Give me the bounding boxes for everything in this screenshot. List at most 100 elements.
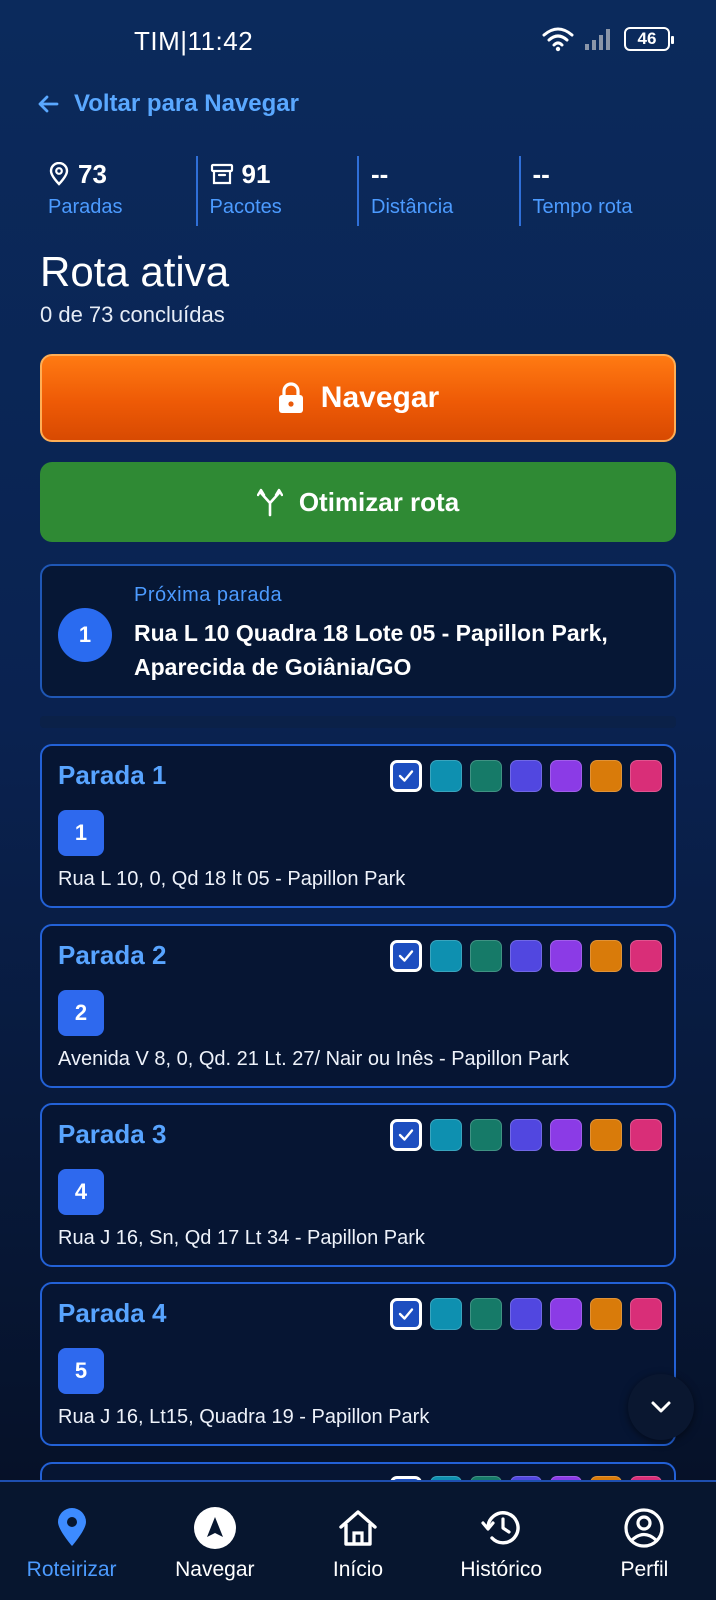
home-icon xyxy=(339,1510,377,1546)
archive-box-icon xyxy=(210,163,233,185)
back-to-navigate-link[interactable]: Voltar para Navegar xyxy=(36,86,299,122)
stat-distance: -- Distância xyxy=(357,156,519,226)
tab-navegar[interactable]: Navegar xyxy=(143,1482,286,1600)
color-swatch[interactable] xyxy=(590,940,622,972)
color-swatch[interactable] xyxy=(510,1298,542,1330)
navigate-button[interactable]: Navegar xyxy=(40,354,676,442)
color-swatch[interactable] xyxy=(430,1298,462,1330)
battery-indicator: 46 xyxy=(624,27,674,51)
check-icon xyxy=(398,950,414,962)
check-icon xyxy=(398,1308,414,1320)
color-swatch[interactable] xyxy=(510,940,542,972)
color-swatch-selected[interactable] xyxy=(390,760,422,792)
route-stats: 73 Paradas 91 Pacotes -- Distância -- Te… xyxy=(36,156,680,226)
color-swatch[interactable] xyxy=(590,1298,622,1330)
color-swatch[interactable] xyxy=(630,940,662,972)
color-swatch-selected[interactable] xyxy=(390,1298,422,1330)
stat-distance-value: -- xyxy=(371,158,389,189)
tab-label: Navegar xyxy=(175,1558,255,1581)
status-time: TIM|11:42 xyxy=(134,26,254,56)
color-swatch[interactable] xyxy=(510,760,542,792)
next-stop-label: Próxima parada xyxy=(134,584,283,606)
bottom-tab-bar: Roteirizar Navegar Início Histórico Perf… xyxy=(0,1480,716,1600)
color-swatch[interactable] xyxy=(510,1119,542,1151)
stat-packages-value: 91 xyxy=(241,158,271,189)
lock-icon xyxy=(278,382,303,413)
stop-address: Rua J 16, Sn, Qd 17 Lt 34 - Papillon Par… xyxy=(58,1227,425,1249)
arrow-left-icon xyxy=(38,95,59,113)
stop-card[interactable]: Parada 3 4 Rua J 16, Sn, Qd 17 Lt 34 - P… xyxy=(40,1103,676,1267)
tab-label: Roteirizar xyxy=(26,1558,117,1581)
tab-inicio[interactable]: Início xyxy=(286,1482,429,1600)
stop-number-badge: 5 xyxy=(58,1348,104,1394)
stop-card[interactable]: Parada 1 1 Rua L 10, 0, Qd 18 lt 05 - Pa… xyxy=(40,744,676,908)
back-link-label: Voltar para Navegar xyxy=(74,90,299,117)
stat-stops-label: Paradas xyxy=(48,196,123,218)
map-pin-icon xyxy=(57,1508,86,1546)
check-icon xyxy=(398,770,414,782)
tab-label: Histórico xyxy=(460,1558,543,1581)
tab-perfil[interactable]: Perfil xyxy=(573,1482,716,1600)
status-icons: 46 xyxy=(542,26,674,52)
color-swatch[interactable] xyxy=(550,760,582,792)
color-swatch[interactable] xyxy=(470,940,502,972)
divider xyxy=(40,716,676,728)
color-swatch-selected[interactable] xyxy=(390,1119,422,1151)
color-swatch[interactable] xyxy=(550,1298,582,1330)
page-title: Rota ativa xyxy=(40,248,230,295)
optimize-route-button[interactable]: Otimizar rota xyxy=(40,462,676,542)
tab-label: Perfil xyxy=(620,1558,669,1581)
stat-route-time: -- Tempo rota xyxy=(518,156,681,226)
stop-card[interactable]: Parada 4 5 Rua J 16, Lt15, Quadra 19 - P… xyxy=(40,1282,676,1446)
stop-address: Avenida V 8, 0, Qd. 21 Lt. 27/ Nair ou I… xyxy=(58,1048,570,1070)
scroll-down-button[interactable] xyxy=(628,1374,694,1440)
stat-packages-label: Pacotes xyxy=(209,196,282,218)
stop-card[interactable]: Parada 2 2 Avenida V 8, 0, Qd. 21 Lt. 27… xyxy=(40,924,676,1088)
color-swatch[interactable] xyxy=(630,1119,662,1151)
stop-title: Parada 1 xyxy=(58,760,167,790)
color-swatch[interactable] xyxy=(430,940,462,972)
stat-route-time-label: Tempo rota xyxy=(532,196,633,218)
stop-title: Parada 2 xyxy=(58,940,167,970)
color-swatch[interactable] xyxy=(430,760,462,792)
stop-title: Parada 4 xyxy=(58,1298,167,1328)
stop-number-badge: 2 xyxy=(58,990,104,1036)
wifi-icon xyxy=(542,27,574,52)
optimize-route-label: Otimizar rota xyxy=(298,486,460,517)
color-picker xyxy=(390,1298,662,1330)
next-stop-number-badge: 1 xyxy=(58,608,112,662)
color-swatch[interactable] xyxy=(470,760,502,792)
navigate-button-label: Navegar xyxy=(320,381,440,414)
color-swatch[interactable] xyxy=(590,760,622,792)
status-bar: TIM|11:42 46 xyxy=(0,0,716,82)
color-swatch[interactable] xyxy=(550,940,582,972)
stat-stops: 73 Paradas xyxy=(36,156,196,226)
route-merge-icon xyxy=(256,488,283,517)
history-icon xyxy=(481,1511,520,1545)
signal-icon xyxy=(585,29,610,50)
color-swatch-selected[interactable] xyxy=(390,940,422,972)
color-swatch[interactable] xyxy=(630,1298,662,1330)
tab-historico[interactable]: Histórico xyxy=(430,1482,573,1600)
color-swatch[interactable] xyxy=(590,1119,622,1151)
color-swatch[interactable] xyxy=(470,1119,502,1151)
user-circle-icon xyxy=(624,1508,665,1548)
next-stop-address: Rua L 10 Quadra 18 Lote 05 - Papillon Pa… xyxy=(134,620,608,680)
color-picker xyxy=(390,760,662,792)
stop-number-badge: 4 xyxy=(58,1169,104,1215)
color-picker xyxy=(390,940,662,972)
tab-roteirizar[interactable]: Roteirizar xyxy=(0,1482,143,1600)
route-progress-text: 0 de 73 concluídas xyxy=(40,302,225,327)
color-picker xyxy=(390,1119,662,1151)
map-pin-icon xyxy=(49,162,69,186)
color-swatch[interactable] xyxy=(430,1119,462,1151)
color-swatch[interactable] xyxy=(630,760,662,792)
stop-address: Rua L 10, 0, Qd 18 lt 05 - Papillon Park xyxy=(58,868,406,890)
check-icon xyxy=(398,1129,414,1141)
stop-number-badge: 1 xyxy=(58,810,104,856)
next-stop-card[interactable]: 1 Próxima parada Rua L 10 Quadra 18 Lote… xyxy=(40,564,676,698)
color-swatch[interactable] xyxy=(550,1119,582,1151)
stop-address: Rua J 16, Lt15, Quadra 19 - Papillon Par… xyxy=(58,1406,430,1428)
color-swatch[interactable] xyxy=(470,1298,502,1330)
stat-distance-label: Distância xyxy=(371,196,454,218)
